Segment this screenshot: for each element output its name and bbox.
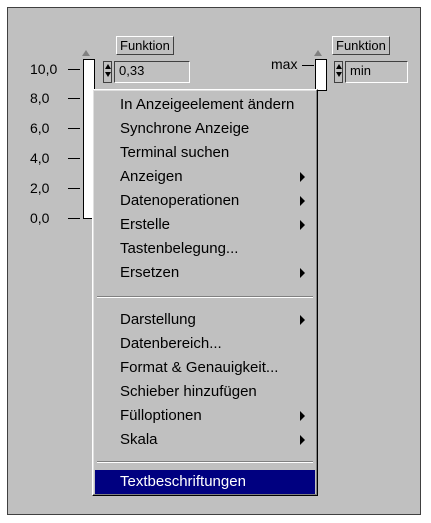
scale-tick-mark <box>68 69 80 70</box>
submenu-arrow-icon <box>300 196 305 206</box>
left-increment-decrement-icon[interactable] <box>103 61 112 83</box>
scale-tick-label: 8,0 <box>30 90 50 106</box>
left-numeric-display[interactable]: 0,33 <box>114 61 190 83</box>
menu-item-representation[interactable]: Darstellung <box>95 308 315 332</box>
menu-item-text-labels[interactable]: Textbeschriftungen <box>95 470 315 494</box>
left-function-label[interactable]: Funktion <box>116 36 174 55</box>
menu-separator <box>97 296 313 298</box>
scale-tick-mark <box>68 188 80 189</box>
menu-item-add-slider[interactable]: Schieber hinzufügen <box>95 380 315 404</box>
max-tick-mark <box>302 65 314 66</box>
menu-item-create[interactable]: Erstelle <box>95 213 315 237</box>
submenu-arrow-icon <box>300 172 305 182</box>
right-numeric-display[interactable]: min <box>345 61 408 83</box>
scale-tick-label: 10,0 <box>30 61 58 77</box>
scale-tick-mark <box>68 128 80 129</box>
scale-tick-label: 6,0 <box>30 120 50 136</box>
menu-item-format-precision[interactable]: Format & Genauigkeit... <box>95 356 315 380</box>
context-menu: In Anzeigeelement ändern Synchrone Anzei… <box>92 89 318 496</box>
submenu-arrow-icon <box>300 220 305 230</box>
menu-item-fill-options[interactable]: Fülloptionen <box>95 404 315 428</box>
right-slide-track[interactable] <box>315 59 327 91</box>
submenu-arrow-icon <box>300 411 305 421</box>
right-increment-decrement-icon[interactable] <box>334 61 343 83</box>
scale-tick-mark <box>68 98 80 99</box>
scale-tick-mark <box>68 218 80 219</box>
menu-item-scale[interactable]: Skala <box>95 428 315 452</box>
right-function-label[interactable]: Funktion <box>332 36 390 55</box>
menu-separator <box>97 461 313 463</box>
menu-item-data-range[interactable]: Datenbereich... <box>95 332 315 356</box>
submenu-arrow-icon <box>300 315 305 325</box>
menu-item-synchronous-display[interactable]: Synchrone Anzeige <box>95 117 315 141</box>
submenu-arrow-icon <box>300 268 305 278</box>
menu-item-data-operations[interactable]: Datenoperationen <box>95 189 315 213</box>
submenu-arrow-icon <box>300 435 305 445</box>
max-tick-label: max <box>271 56 298 72</box>
menu-item-replace[interactable]: Ersetzen <box>95 261 315 285</box>
menu-item-find-terminal[interactable]: Terminal suchen <box>95 141 315 165</box>
scale-tick-mark <box>68 158 80 159</box>
menu-item-visible-items[interactable]: Anzeigen <box>95 165 315 189</box>
left-slide-knob-icon <box>82 50 90 56</box>
menu-item-key-navigation[interactable]: Tastenbelegung... <box>95 237 315 261</box>
scale-tick-label: 2,0 <box>30 180 50 196</box>
scale-tick-label: 4,0 <box>30 150 50 166</box>
menu-item-change-to-indicator[interactable]: In Anzeigeelement ändern <box>95 93 315 117</box>
right-slide-knob-icon <box>314 50 322 56</box>
scale-tick-label: 0,0 <box>30 210 50 226</box>
